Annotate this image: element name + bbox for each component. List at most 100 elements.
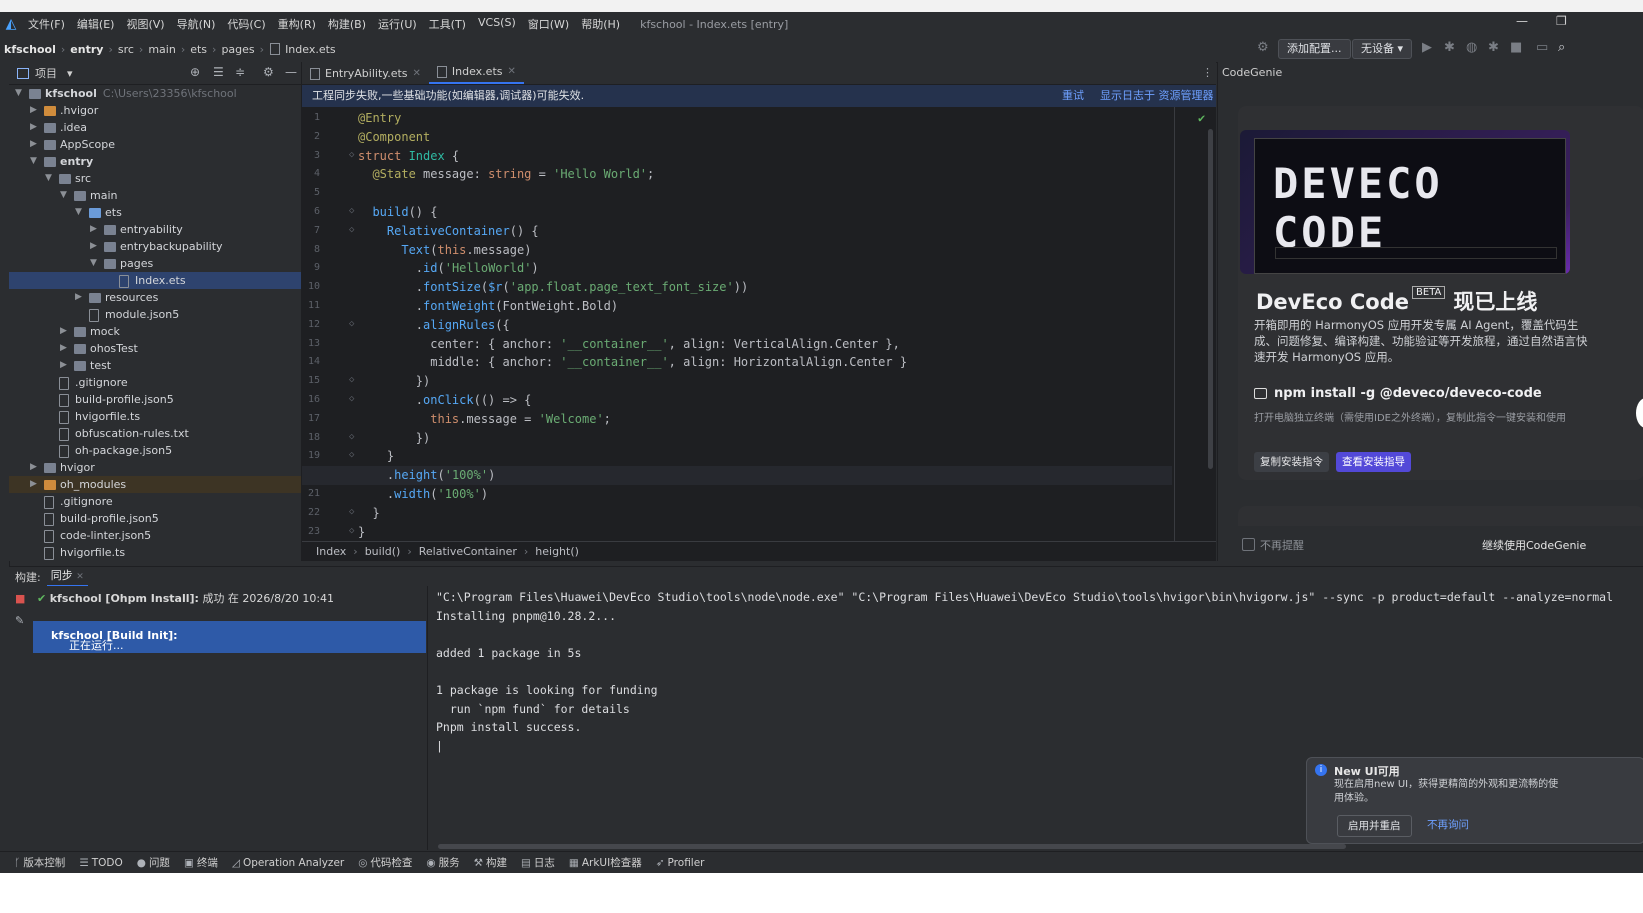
- tree-folder[interactable]: ▼ entry: [9, 153, 301, 170]
- tree-folder[interactable]: ▶ ohosTest: [9, 340, 301, 357]
- fold-marker-icon[interactable]: ◇: [349, 319, 354, 329]
- breadcrumb-item[interactable]: entry: [68, 43, 105, 56]
- menu-item[interactable]: 构建(B): [322, 16, 372, 32]
- menu-item[interactable]: 编辑(E): [71, 16, 121, 32]
- code-line[interactable]: .width('100%'): [358, 485, 488, 504]
- locate-icon[interactable]: ⊕: [190, 65, 200, 79]
- fold-marker-icon[interactable]: ◇: [349, 375, 354, 385]
- code-breadcrumb-item[interactable]: height(): [531, 545, 583, 558]
- tool-window-analyzer[interactable]: ◿ Operation Analyzer: [232, 857, 344, 869]
- copy-install-command-button[interactable]: 复制安装指令: [1254, 452, 1329, 472]
- editor-scrollbar[interactable]: [1208, 129, 1213, 469]
- tool-window-log[interactable]: ▤ 日志: [521, 855, 555, 870]
- chevron-down-icon[interactable]: ▼: [90, 255, 100, 272]
- menu-item[interactable]: 窗口(W): [522, 16, 575, 32]
- code-line[interactable]: }): [358, 429, 430, 448]
- tree-folder[interactable]: ▶ hvigor: [9, 459, 301, 476]
- more-tabs-icon[interactable]: ⋮: [1202, 66, 1213, 79]
- settings-gear-icon[interactable]: ⚙: [1257, 40, 1269, 55]
- fold-marker-icon[interactable]: ◇: [349, 450, 354, 460]
- show-log-link[interactable]: 显示日志于 资源管理器: [1100, 85, 1214, 107]
- tree-file[interactable]: build-profile.json5: [9, 391, 301, 408]
- menu-item[interactable]: 运行(U): [372, 16, 423, 32]
- tree-folder[interactable]: ▼ ets: [9, 204, 301, 221]
- tool-window-services[interactable]: ◉ 服务: [426, 855, 459, 870]
- breadcrumb-item[interactable]: src: [116, 43, 136, 56]
- expand-all-icon[interactable]: ☰: [213, 65, 224, 79]
- chevron-right-icon[interactable]: ▶: [30, 136, 40, 153]
- tool-window-code-check[interactable]: ◎ 代码检查: [358, 855, 412, 870]
- code-line[interactable]: build() {: [358, 203, 437, 222]
- hide-panel-icon[interactable]: —: [285, 65, 297, 79]
- code-line[interactable]: .fontWeight(FontWeight.Bold): [358, 297, 618, 316]
- never-ask-link[interactable]: 不再询问: [1427, 817, 1469, 832]
- profile-icon[interactable]: ◍: [1466, 40, 1477, 55]
- tree-folder[interactable]: ▼ pages: [9, 255, 301, 272]
- chevron-right-icon[interactable]: ▶: [90, 221, 100, 238]
- chevron-right-icon[interactable]: ▶: [30, 459, 40, 476]
- enable-restart-button[interactable]: 启用并重启: [1337, 815, 1412, 837]
- tool-window-build[interactable]: ⚒ 构建: [474, 855, 507, 870]
- tree-folder[interactable]: ▶ oh_modules: [9, 476, 301, 493]
- console-scrollbar[interactable]: [438, 844, 1346, 849]
- code-line[interactable]: }: [358, 447, 394, 466]
- pin-icon[interactable]: ✎: [15, 614, 24, 627]
- code-line[interactable]: this.message = 'Welcome';: [358, 410, 611, 429]
- code-breadcrumb-item[interactable]: RelativeContainer: [415, 545, 521, 558]
- stop-icon[interactable]: ■: [1510, 40, 1522, 55]
- menu-item[interactable]: 重构(R): [272, 16, 322, 32]
- code-breadcrumb-item[interactable]: build(): [361, 545, 405, 558]
- tool-window-branch[interactable]: ᚴ 版本控制: [14, 855, 65, 870]
- chevron-down-icon[interactable]: ▾: [67, 67, 73, 80]
- project-panel-title[interactable]: 项目: [35, 65, 57, 81]
- device-manager-icon[interactable]: ▭: [1536, 40, 1548, 55]
- tool-window-arkui-inspector[interactable]: ▦ ArkUI检查器: [569, 855, 642, 870]
- code-line[interactable]: }): [358, 372, 430, 391]
- tree-folder[interactable]: ▶ .idea: [9, 119, 301, 136]
- tree-folder[interactable]: ▼ src: [9, 170, 301, 187]
- fold-marker-icon[interactable]: ◇: [349, 150, 354, 160]
- chevron-right-icon[interactable]: ▶: [90, 238, 100, 255]
- menu-item[interactable]: 视图(V): [120, 16, 170, 32]
- continue-codegenie-button[interactable]: 继续使用CodeGenie: [1482, 537, 1586, 553]
- breadcrumb-item[interactable]: Index.ets: [283, 43, 338, 56]
- code-line[interactable]: .id('HelloWorld'): [358, 259, 539, 278]
- view-install-guide-button[interactable]: 查看安装指导: [1336, 452, 1411, 472]
- tree-folder[interactable]: ▶ entryability: [9, 221, 301, 238]
- collapse-all-icon[interactable]: ≑: [235, 65, 245, 79]
- tree-root[interactable]: ▼ kfschool C:\Users\23356\kfschool: [9, 85, 301, 102]
- tool-window-todo[interactable]: ☰ TODO: [79, 857, 122, 869]
- run-icon[interactable]: ▶: [1422, 40, 1432, 55]
- chevron-down-icon[interactable]: ▼: [15, 85, 25, 102]
- tree-file[interactable]: oh-package.json5: [9, 442, 301, 459]
- fold-marker-icon[interactable]: ◇: [349, 526, 354, 536]
- tab-sync[interactable]: 同步 ✕: [46, 567, 88, 587]
- tree-folder[interactable]: ▶ AppScope: [9, 136, 301, 153]
- tree-folder[interactable]: ▶ resources: [9, 289, 301, 306]
- tree-folder[interactable]: ▼ main: [9, 187, 301, 204]
- chevron-right-icon[interactable]: ▶: [60, 340, 70, 357]
- tree-file[interactable]: code-linter.json5: [9, 527, 301, 544]
- code-line[interactable]: @Component: [358, 128, 430, 147]
- tree-folder[interactable]: ▶ mock: [9, 323, 301, 340]
- tree-file[interactable]: module.json5: [9, 306, 301, 323]
- code-editor[interactable]: 123◇456◇7◇89101112◇131415◇16◇1718◇19◇202…: [302, 107, 1216, 541]
- editor-tab[interactable]: Index.ets ✕: [428, 61, 524, 84]
- code-line[interactable]: .height('100%'): [358, 466, 495, 485]
- no-remind-checkbox[interactable]: [1242, 538, 1255, 551]
- search-icon[interactable]: ⌕: [1558, 40, 1565, 55]
- tree-file[interactable]: hvigorfile.ts: [9, 544, 301, 561]
- chevron-right-icon[interactable]: ▶: [30, 476, 40, 493]
- code-line[interactable]: Text(this.message): [358, 241, 531, 260]
- chevron-down-icon[interactable]: ▼: [60, 187, 70, 204]
- breadcrumb-item[interactable]: ets: [188, 43, 209, 56]
- chevron-right-icon[interactable]: ▶: [30, 119, 40, 136]
- code-line[interactable]: .onClick(() => {: [358, 391, 532, 410]
- fold-marker-icon[interactable]: ◇: [349, 394, 354, 404]
- menu-item[interactable]: 帮助(H): [575, 16, 626, 32]
- build-item-ohpm-install[interactable]: ✔ kfschool [Ohpm Install]: 成功 在 2026/8/2…: [37, 590, 334, 606]
- chevron-right-icon[interactable]: ▶: [60, 357, 70, 374]
- minimize-icon[interactable]: —: [1516, 14, 1528, 28]
- gear-icon[interactable]: ⚙: [263, 65, 274, 79]
- attach-icon[interactable]: ✱: [1488, 40, 1499, 55]
